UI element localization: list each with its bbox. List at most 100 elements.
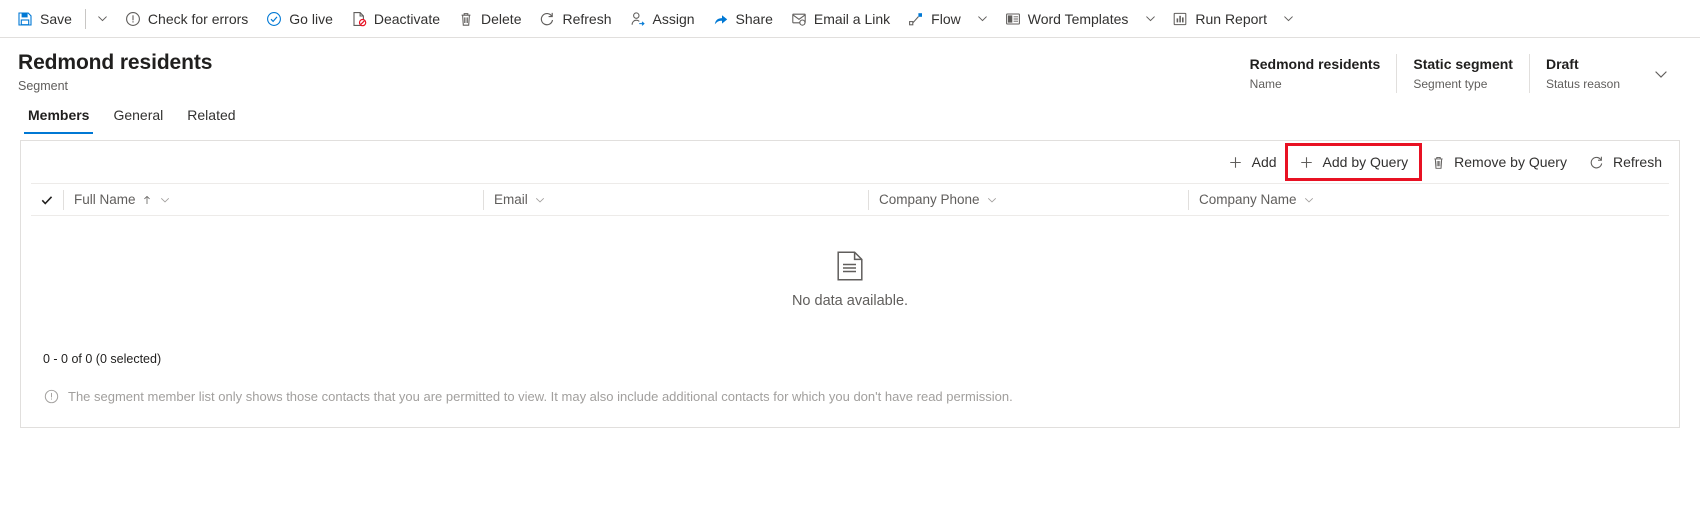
page-title: Redmond residents xyxy=(18,51,213,74)
grid-header-row: Full Name Email Company Phone Company Na… xyxy=(31,183,1669,216)
grid-command-remove-by-query[interactable]: Remove by Query xyxy=(1419,146,1578,178)
command-run-report[interactable]: Run Report xyxy=(1163,0,1276,38)
chevron-down-icon[interactable] xyxy=(1302,192,1316,208)
golive-icon xyxy=(266,11,282,27)
members-panel-wrapper: Add Add by Query Remove by Query Refresh xyxy=(0,134,1700,428)
subgrid-command-bar: Add Add by Query Remove by Query Refresh xyxy=(21,141,1679,183)
chevron-down-icon xyxy=(975,11,991,27)
tab-general[interactable]: General xyxy=(103,101,173,134)
chevron-down-icon[interactable] xyxy=(158,192,172,208)
command-check-for-errors[interactable]: Check for errors xyxy=(116,0,257,38)
command-flow[interactable]: Flow xyxy=(899,0,970,38)
word-template-icon xyxy=(1005,11,1021,27)
command-save-caret[interactable] xyxy=(90,0,116,38)
grid-column-email-label: Email xyxy=(494,191,528,207)
chevron-down-icon xyxy=(1142,11,1158,27)
grid-column-company-name[interactable]: Company Name xyxy=(1188,189,1669,210)
select-all-checkbox[interactable] xyxy=(31,193,63,207)
command-assign-label: Assign xyxy=(652,10,695,27)
tab-general-label: General xyxy=(113,107,164,123)
grid-record-count: 0 - 0 of 0 (0 selected) xyxy=(43,352,162,366)
grid-permission-note: The segment member list only shows those… xyxy=(21,366,1679,404)
page-scroll-rail[interactable] xyxy=(1692,154,1700,505)
add-icon xyxy=(1299,154,1315,170)
command-share[interactable]: Share xyxy=(704,0,782,38)
command-run-report-label: Run Report xyxy=(1195,10,1267,27)
command-flow-caret[interactable] xyxy=(970,0,996,38)
header-field-segment-type-label: Segment type xyxy=(1413,77,1488,91)
deactivate-icon xyxy=(351,11,367,27)
header-field-status-reason-value: Draft xyxy=(1545,56,1579,72)
record-title-block: Redmond residents Segment xyxy=(18,50,1234,95)
command-word-templates-caret[interactable] xyxy=(1137,0,1163,38)
tab-related[interactable]: Related xyxy=(177,101,245,134)
header-expand-button[interactable] xyxy=(1644,54,1678,93)
chevron-down-icon[interactable] xyxy=(533,192,547,208)
tab-members[interactable]: Members xyxy=(18,101,99,134)
grid-command-add-label: Add xyxy=(1251,154,1277,170)
grid-empty-state: No data available. xyxy=(21,216,1679,344)
chevron-down-icon[interactable] xyxy=(985,192,999,208)
share-icon xyxy=(713,11,729,27)
grid-command-add-by-query-label: Add by Query xyxy=(1322,154,1409,170)
command-assign[interactable]: Assign xyxy=(621,0,704,38)
tab-strip: Members General Related xyxy=(0,100,1700,134)
command-check-for-errors-label: Check for errors xyxy=(147,10,249,27)
tab-members-label: Members xyxy=(28,107,90,123)
refresh-icon xyxy=(539,11,555,27)
command-bar-divider xyxy=(84,8,86,29)
empty-document-icon xyxy=(837,251,863,281)
command-go-live[interactable]: Go live xyxy=(257,0,342,38)
command-run-report-caret[interactable] xyxy=(1276,0,1302,38)
header-field-name-value: Redmond residents xyxy=(1249,56,1381,72)
grid-command-refresh-label: Refresh xyxy=(1612,154,1662,170)
grid-column-company-phone-label: Company Phone xyxy=(879,191,980,207)
grid-column-full-name-label: Full Name xyxy=(74,191,136,207)
command-save-label: Save xyxy=(40,10,72,27)
command-refresh[interactable]: Refresh xyxy=(530,0,620,38)
command-email-a-link[interactable]: Email a Link xyxy=(782,0,899,38)
grid-column-email[interactable]: Email xyxy=(483,189,868,210)
command-go-live-label: Go live xyxy=(289,10,333,27)
grid-command-add-by-query[interactable]: Add by Query xyxy=(1284,143,1423,181)
add-icon xyxy=(1228,154,1244,170)
chevron-down-icon xyxy=(1281,11,1297,27)
grid-command-refresh[interactable]: Refresh xyxy=(1578,146,1673,178)
flow-icon xyxy=(908,11,924,27)
command-refresh-label: Refresh xyxy=(562,10,612,27)
top-command-bar: Save Check for errors Go live Deactivate… xyxy=(0,0,1700,38)
email-link-icon xyxy=(791,11,807,27)
command-flow-label: Flow xyxy=(931,10,961,27)
delete-icon xyxy=(458,11,474,27)
header-fields: Redmond residents Name Static segment Se… xyxy=(1234,50,1678,93)
header-field-status-reason[interactable]: Draft Status reason xyxy=(1528,54,1636,93)
grid-command-add[interactable]: Add xyxy=(1217,146,1288,178)
command-deactivate-label: Deactivate xyxy=(373,10,441,27)
error-icon xyxy=(125,11,141,27)
header-field-segment-type[interactable]: Static segment Segment type xyxy=(1396,54,1529,93)
header-field-name[interactable]: Redmond residents Name xyxy=(1234,54,1397,93)
command-save[interactable]: Save xyxy=(8,0,81,38)
grid-column-company-phone[interactable]: Company Phone xyxy=(868,189,1188,210)
grid-permission-note-text: The segment member list only shows those… xyxy=(68,388,1013,404)
command-email-a-link-label: Email a Link xyxy=(813,10,891,27)
command-deactivate[interactable]: Deactivate xyxy=(342,0,449,38)
header-field-status-reason-label: Status reason xyxy=(1545,77,1620,91)
refresh-icon xyxy=(1589,154,1605,170)
trash-icon xyxy=(1430,154,1446,170)
chevron-down-icon xyxy=(1653,66,1669,82)
header-field-segment-type-value: Static segment xyxy=(1413,56,1513,72)
assign-icon xyxy=(630,11,646,27)
run-report-icon xyxy=(1172,11,1188,27)
info-icon xyxy=(43,388,59,404)
record-header: Redmond residents Segment Redmond reside… xyxy=(0,38,1700,100)
page-subtitle: Segment xyxy=(18,79,69,93)
command-delete[interactable]: Delete xyxy=(449,0,530,38)
grid-column-full-name[interactable]: Full Name xyxy=(63,189,483,210)
command-word-templates[interactable]: Word Templates xyxy=(996,0,1138,38)
tab-related-label: Related xyxy=(187,107,236,123)
members-subgrid-panel: Add Add by Query Remove by Query Refresh xyxy=(20,140,1680,428)
command-delete-label: Delete xyxy=(481,10,522,27)
checkmark-icon xyxy=(41,195,53,205)
command-word-templates-label: Word Templates xyxy=(1027,10,1129,27)
